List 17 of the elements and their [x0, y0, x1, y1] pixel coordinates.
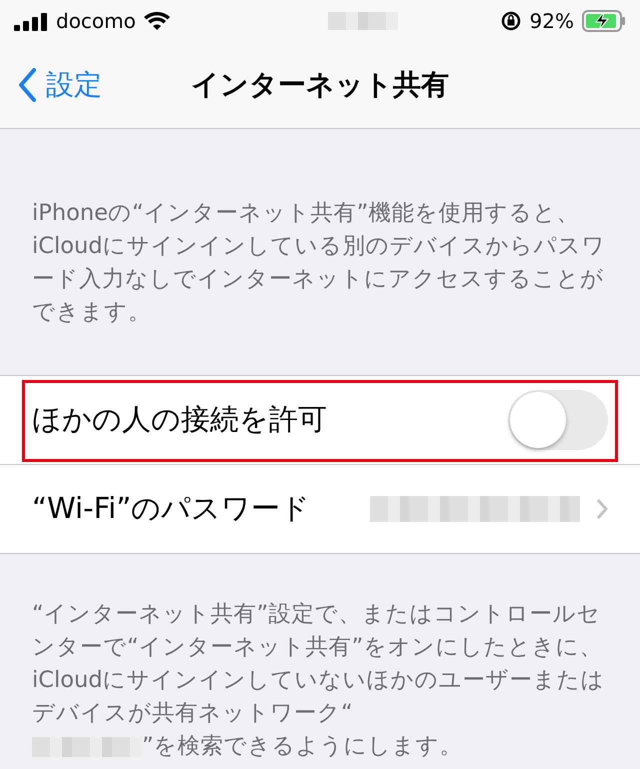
blurred-text — [328, 12, 398, 30]
signal-icon — [14, 11, 48, 31]
chevron-left-icon — [18, 68, 36, 102]
description-text: iPhoneの“インターネット共有”機能を使用すると、iCloudにサインインしている別のデバイスからパスワード入力なしでインターネットにアクセスすることができます。 — [32, 200, 606, 325]
description-text: ”を検索できるようにします。 — [142, 732, 463, 761]
page-title: インターネット共有 — [191, 68, 449, 101]
carrier-name: docomo — [56, 9, 136, 33]
rotation-lock-icon — [500, 10, 522, 32]
toggle-switch[interactable] — [508, 390, 608, 450]
back-button[interactable]: 設定 — [0, 65, 108, 105]
battery-icon — [582, 10, 626, 32]
description-text: “インターネット共有”設定で、またはコントロールセンターで“インターネット共有”をオンにしたときに、iCloudにサインインしていないほかのユーザーまたはデバイスが共有ネットワーク“ — [32, 600, 606, 728]
setting-label: ほかの人の接続を許可 — [31, 401, 328, 438]
chevron-icon — [596, 498, 608, 520]
battery-percent: 92% — [530, 9, 574, 33]
wifi-icon — [144, 11, 170, 31]
setting-label: “Wi-Fi”のパスワード — [31, 490, 312, 527]
